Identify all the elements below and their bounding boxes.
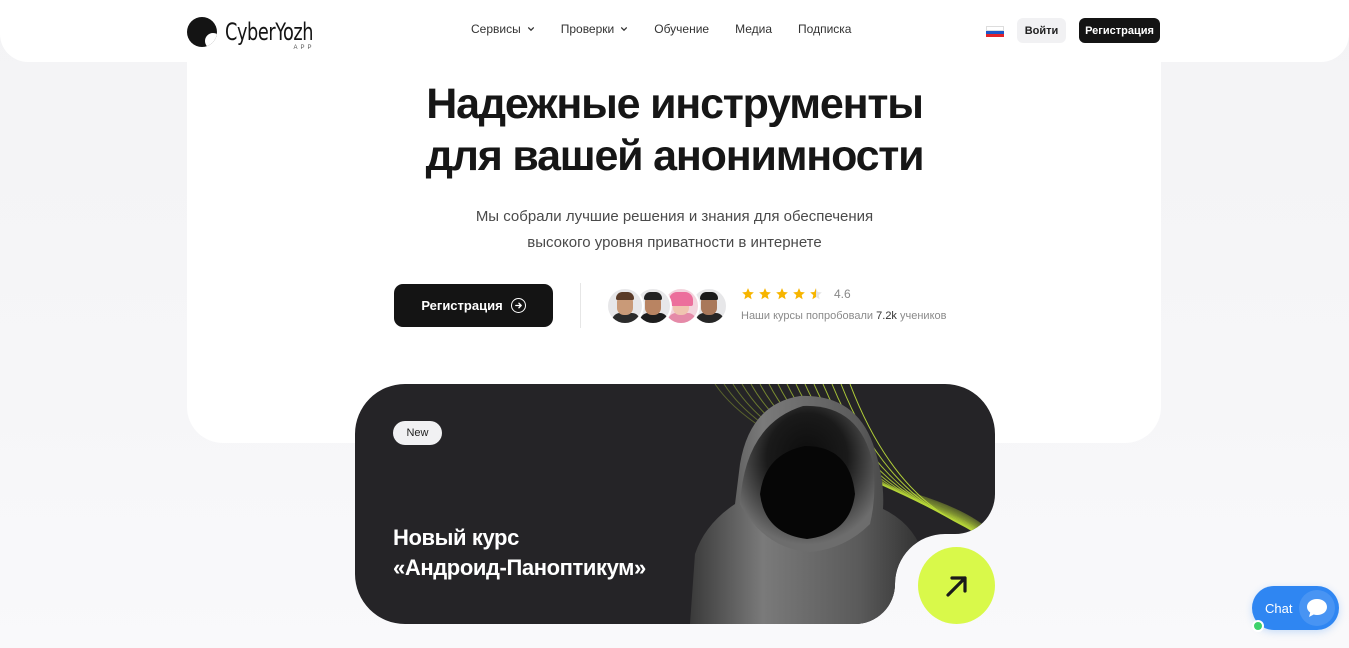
logo-text: CyberYozh	[225, 18, 314, 46]
chevron-down-icon	[527, 27, 534, 32]
logo[interactable]: CyberYozh APP	[187, 14, 332, 51]
hero-register-button[interactable]: Регистрация	[394, 284, 553, 327]
nav-item-education[interactable]: Обучение	[654, 22, 709, 36]
promo-title-line: Новый курс	[393, 525, 519, 550]
promo-course-card[interactable]: New Новый курс «Андроид-Паноптикум»	[355, 384, 995, 624]
login-button[interactable]: Войти	[1017, 18, 1066, 43]
chat-bubble-icon	[1299, 590, 1335, 626]
arrow-up-right-icon	[945, 575, 967, 597]
reviews-prefix: Наши курсы попробовали	[741, 310, 874, 322]
avatar	[606, 287, 644, 325]
nav-label: Проверки	[560, 22, 615, 36]
promo-title-line: «Андроид-Паноптикум»	[393, 555, 646, 580]
nav-label: Обучение	[654, 22, 710, 36]
nav-label: Сервисы	[471, 22, 521, 36]
main-nav: Сервисы Проверки Обучение Медиа Подписка	[471, 22, 851, 36]
hero-title-line: для вашей анонимности	[425, 132, 925, 180]
hedgehog-logo-icon	[187, 17, 217, 47]
open-course-button[interactable]	[918, 547, 995, 624]
reviews-text: Наши курсы попробовали 7.2k учеников	[741, 310, 946, 322]
hero-subtitle-line: высокого уровня приватности в интернете	[527, 234, 822, 251]
hero-title: Надежные инструменты для вашей анонимнос…	[0, 78, 1349, 182]
reviews-suffix: учеников	[900, 310, 947, 322]
divider	[580, 283, 581, 328]
hero-subtitle-line: Мы собрали лучшие решения и знания для о…	[475, 208, 874, 225]
star-filled-icon	[793, 288, 805, 300]
student-avatars	[606, 287, 728, 325]
chat-widget-button[interactable]: Chat	[1252, 586, 1339, 632]
star-filled-icon	[759, 288, 771, 300]
hero-title-line: Надежные инструменты	[426, 80, 924, 128]
new-badge: New	[393, 421, 442, 445]
hero-subtitle: Мы собрали лучшие решения и знания для о…	[0, 204, 1349, 256]
nav-item-checks[interactable]: Проверки	[561, 22, 629, 36]
nav-item-media[interactable]: Медиа	[735, 22, 772, 36]
nav-item-subscription[interactable]: Подписка	[798, 22, 851, 36]
star-half-icon	[810, 288, 822, 300]
reviews-count: 7.2k	[876, 310, 897, 322]
arrow-right-circle-icon	[510, 298, 526, 313]
register-button[interactable]: Регистрация	[1079, 18, 1160, 43]
star-filled-icon	[742, 288, 754, 300]
rating-value: 4.6	[834, 287, 851, 301]
ru-flag-icon[interactable]	[986, 26, 1004, 37]
logo-subtext: APP	[293, 45, 315, 51]
star-filled-icon	[776, 288, 788, 300]
rating: 4.6	[741, 287, 851, 301]
nav-label: Подписка	[798, 22, 852, 36]
site-header: CyberYozh APP Сервисы Проверки Обучение …	[0, 0, 1349, 62]
nav-label: Медиа	[735, 22, 773, 36]
nav-item-services[interactable]: Сервисы	[471, 22, 535, 36]
chevron-down-icon	[621, 27, 628, 32]
promo-background	[355, 384, 995, 624]
cta-label: Регистрация	[421, 298, 503, 313]
online-status-indicator	[1252, 620, 1264, 632]
promo-title: Новый курс «Андроид-Паноптикум»	[393, 523, 646, 583]
chat-label: Chat	[1265, 600, 1293, 616]
